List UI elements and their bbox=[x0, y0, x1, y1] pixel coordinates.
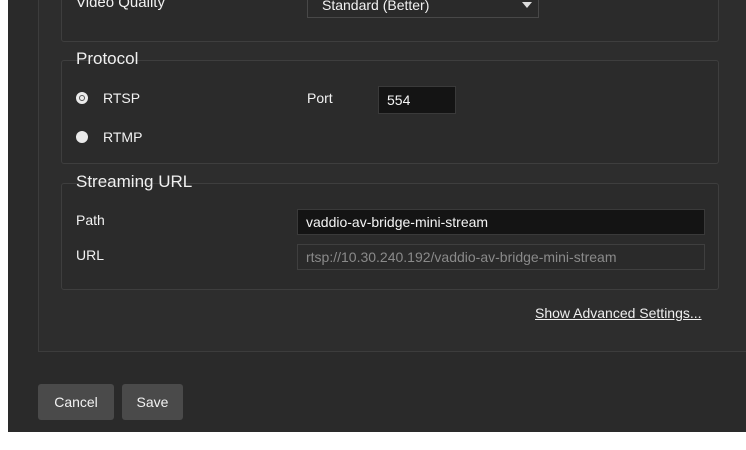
path-label: Path bbox=[76, 212, 105, 228]
url-field bbox=[297, 244, 705, 270]
port-input[interactable] bbox=[378, 86, 456, 114]
streaming-settings-panel: Video Quality Standard (Better) Protocol… bbox=[8, 0, 746, 450]
radio-checked-icon[interactable] bbox=[76, 92, 88, 104]
chevron-down-icon bbox=[522, 2, 532, 8]
protocol-section: Protocol RTSP RTMP Port bbox=[61, 49, 719, 164]
streaming-url-legend: Streaming URL bbox=[76, 172, 193, 191]
save-button[interactable]: Save bbox=[122, 384, 183, 420]
show-advanced-settings-link[interactable]: Show Advanced Settings... bbox=[535, 305, 702, 321]
video-quality-section: Video Quality Standard (Better) bbox=[61, 0, 719, 42]
url-label: URL bbox=[76, 247, 105, 263]
cancel-button[interactable]: Cancel bbox=[38, 384, 114, 420]
radio-rtsp-label[interactable]: RTSP bbox=[103, 90, 140, 106]
radio-rtmp-label[interactable]: RTMP bbox=[103, 129, 142, 145]
video-quality-selected: Standard (Better) bbox=[322, 0, 430, 13]
protocol-legend: Protocol bbox=[76, 49, 139, 68]
page-background bbox=[0, 432, 746, 450]
radio-unchecked-icon[interactable] bbox=[76, 131, 88, 143]
path-input[interactable] bbox=[297, 209, 705, 235]
port-label: Port bbox=[307, 90, 333, 106]
streaming-url-section: Streaming URL Path URL bbox=[61, 172, 719, 290]
video-quality-label: Video Quality bbox=[76, 0, 165, 11]
video-quality-select[interactable]: Standard (Better) bbox=[307, 0, 539, 18]
